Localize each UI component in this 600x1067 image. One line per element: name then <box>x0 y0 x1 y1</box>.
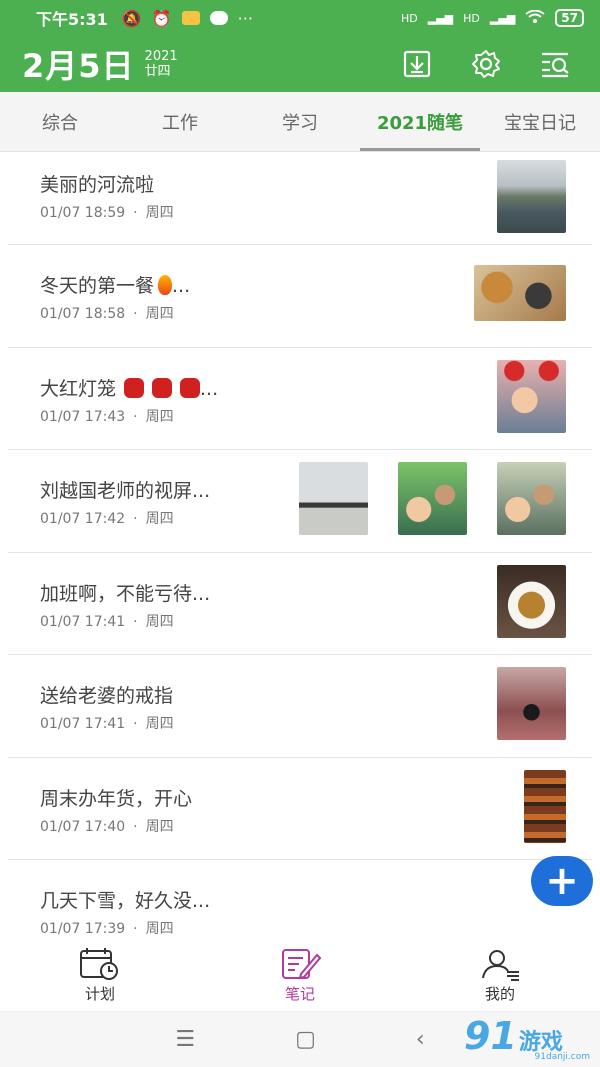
nav-item-mine[interactable]: 我的 <box>400 940 600 1011</box>
nav-item-plan[interactable]: 计划 <box>0 940 200 1011</box>
note-meta: 01/07 17:43 · 周四 <box>40 408 174 425</box>
note-item[interactable]: 美丽的河流啦 01/07 18:59 · 周四 <box>8 152 592 245</box>
note-title: 几天下雪，好久没... <box>40 890 211 912</box>
home-icon[interactable]: ▢ <box>295 1027 316 1052</box>
nav-label-mine: 我的 <box>484 985 515 1003</box>
note-title: 送给老婆的戒指 <box>40 685 174 707</box>
signal-2-label: HD <box>463 11 480 25</box>
lunar-date-label: 廿四 <box>144 64 171 79</box>
note-meta: 01/07 17:42 · 周四 <box>40 511 174 527</box>
note-thumbnail[interactable] <box>497 564 566 638</box>
current-date: 2月5日 <box>22 47 135 85</box>
note-thumbnail[interactable] <box>524 769 566 843</box>
note-meta: 01/07 17:40 · 周四 <box>40 818 174 835</box>
note-title: 刘越国老师的视屏... <box>40 480 211 502</box>
note-meta: 01/07 17:41 · 周四 <box>40 716 174 732</box>
download-icon[interactable] <box>402 49 432 79</box>
menu-icon[interactable]: ☰ <box>175 1027 195 1052</box>
lantern-emoji-icon <box>124 377 145 398</box>
fire-emoji-icon <box>158 275 173 295</box>
bottom-navigation: 计划 笔记 我的 <box>0 940 600 1012</box>
note-item[interactable]: 加班啊，不能亏待... 01/07 17:41 · 周四 <box>8 553 592 655</box>
year-box: 2021 廿四 <box>145 49 178 79</box>
app-header: 2月5日 2021 廿四 <box>0 36 600 92</box>
search-list-icon[interactable] <box>540 50 572 78</box>
add-note-button[interactable]: + <box>531 856 593 906</box>
calendar-clock-icon <box>80 948 118 980</box>
category-tabs: 综合 工作 学习 2021随笔 宝宝日记 <box>0 92 600 152</box>
year-label: 2021 <box>144 49 178 64</box>
tab-2021-essays[interactable]: 2021随笔 <box>360 92 480 151</box>
note-thumbnail[interactable] <box>497 160 566 233</box>
note-title: 大红灯笼... <box>40 377 219 400</box>
silent-icon: 🔕 <box>121 8 142 28</box>
user-profile-icon <box>482 950 519 981</box>
nav-label-notes: 笔记 <box>284 985 315 1003</box>
tab-study[interactable]: 学习 <box>240 92 360 151</box>
settings-gear-icon[interactable] <box>470 48 502 80</box>
signal-icon: ▂▄▆ <box>489 11 516 25</box>
tab-baby-diary[interactable]: 宝宝日记 <box>480 92 600 151</box>
alarm-icon: ⏰ <box>151 8 172 28</box>
tab-comprehensive[interactable]: 综合 <box>0 92 120 151</box>
wifi-icon <box>525 9 545 27</box>
lantern-emoji-icon <box>180 377 201 398</box>
nav-item-notes[interactable]: 笔记 <box>200 940 400 1011</box>
note-item[interactable]: 大红灯笼... 01/07 17:43 · 周四 <box>8 348 592 450</box>
signal-icon: ▂▄▆ <box>427 11 454 25</box>
note-item[interactable]: 刘越国老师的视屏... 01/07 17:42 · 周四 <box>8 450 592 553</box>
note-title: 美丽的河流啦 <box>40 174 155 196</box>
note-meta: 01/07 17:39 · 周四 <box>40 921 174 937</box>
signal-1-label: HD <box>401 11 418 25</box>
watermark-logo-number: 91 <box>464 1014 517 1058</box>
note-item[interactable]: 冬天的第一餐... 01/07 18:58 · 周四 <box>8 245 592 348</box>
tab-work[interactable]: 工作 <box>120 92 240 151</box>
status-bar: 下午5:31 🔕 ⏰ ··· HD ▂▄▆ HD ▂▄▆ 57 <box>0 0 600 36</box>
note-thumbnail[interactable] <box>398 462 467 535</box>
back-icon[interactable]: ‹ <box>416 1027 425 1052</box>
status-time: 下午5:31 <box>36 10 108 29</box>
note-item[interactable]: 周末办年货，开心 01/07 17:40 · 周四 <box>8 758 592 860</box>
note-meta: 01/07 17:41 · 周四 <box>40 613 174 630</box>
wechat-icon <box>209 11 228 25</box>
note-title: 加班啊，不能亏待... <box>40 582 211 605</box>
note-title: 周末办年货，开心 <box>40 787 193 810</box>
note-item[interactable]: 送给老婆的戒指 01/07 17:41 · 周四 <box>8 655 592 758</box>
battery-indicator: 57 <box>555 9 584 27</box>
note-meta: 01/07 18:59 · 周四 <box>40 205 174 221</box>
note-thumbnail[interactable] <box>497 667 566 740</box>
nav-label-plan: 计划 <box>84 985 115 1003</box>
note-title: 冬天的第一餐... <box>40 275 191 297</box>
notes-list: 美丽的河流啦 01/07 18:59 · 周四 冬天的第一餐... 01/07 18… <box>8 152 592 963</box>
note-pencil-icon <box>282 949 322 980</box>
note-thumbnail[interactable] <box>299 462 368 535</box>
note-thumbnail[interactable] <box>474 265 566 321</box>
note-thumbnail[interactable] <box>497 359 566 433</box>
notification-app-icon <box>181 11 200 25</box>
note-thumbnail[interactable] <box>497 462 566 535</box>
watermark-url: 91danji.com <box>534 1052 590 1062</box>
watermark-logo: 91游戏 91danji.com <box>464 1014 594 1062</box>
note-meta: 01/07 18:58 · 周四 <box>40 306 174 322</box>
more-icon: ··· <box>237 8 253 28</box>
lantern-emoji-icon <box>152 377 173 398</box>
